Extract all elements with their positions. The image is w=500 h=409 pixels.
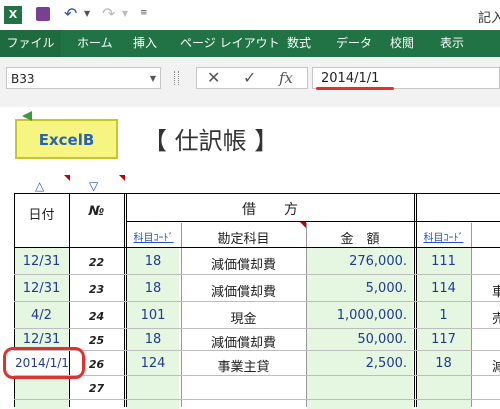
tab-file[interactable]: ファイル xyxy=(0,30,61,57)
formula-highlight-underline xyxy=(316,87,394,90)
active-cell-highlight xyxy=(3,347,85,379)
comment-indicator xyxy=(300,222,306,228)
cell-date[interactable]: 12/31 xyxy=(14,254,69,269)
tab-page-layout[interactable]: ページ レイアウト xyxy=(180,30,280,57)
excelb-logo: ExcelB xyxy=(15,119,118,159)
header-code-2[interactable]: 科目ｺｰﾄﾞ xyxy=(416,229,471,244)
cell-code[interactable]: 18 xyxy=(127,332,179,347)
truncated-cell-text: 減 xyxy=(492,360,500,375)
cell-date[interactable]: 4/2 xyxy=(14,308,69,323)
header-account: 勘定科目 xyxy=(217,232,270,247)
tab-view[interactable]: 表示 xyxy=(440,30,464,57)
name-box-dropdown-icon[interactable]: ▼ xyxy=(150,68,156,90)
formula-input[interactable]: 2014/1/1 xyxy=(312,67,500,89)
excel-app-icon[interactable]: X xyxy=(4,6,22,24)
cell-code[interactable]: 124 xyxy=(127,356,179,371)
cell-code[interactable]: 101 xyxy=(127,308,179,323)
insert-function-icon[interactable]: fx xyxy=(279,68,293,88)
ribbon-tab-bar: ファイル ホーム 挿入 ページ レイアウト 数式 データ 校閲 表示 xyxy=(0,30,500,57)
cell-account[interactable]: 現金 xyxy=(181,308,306,327)
header-no: № xyxy=(88,204,105,219)
formula-bar-splitter-icon[interactable] xyxy=(174,71,179,85)
cell-date[interactable]: 12/31 xyxy=(14,281,69,296)
cell-account[interactable]: 減価償却費 xyxy=(181,332,306,351)
tab-insert[interactable]: 挿入 xyxy=(133,30,157,57)
sheet-title: 【 仕訳帳 】 xyxy=(143,127,279,155)
truncated-cell-text: 売 xyxy=(492,312,500,327)
cell-date[interactable]: 12/31 xyxy=(14,332,69,347)
header-code[interactable]: 科目ｺｰﾄﾞ xyxy=(126,229,181,244)
tab-home[interactable]: ホーム xyxy=(77,30,113,57)
cell-code-2[interactable]: 18 xyxy=(416,356,471,371)
grid-line xyxy=(14,193,500,194)
cell-account[interactable]: 減価償却費 xyxy=(181,281,306,300)
header-amount: 金 額 xyxy=(340,232,380,247)
grid-line xyxy=(14,399,500,400)
tab-review[interactable]: 校閲 xyxy=(390,30,414,57)
cell-code-2[interactable]: 1 xyxy=(416,308,471,323)
truncated-cell-text: 車 xyxy=(492,285,500,300)
cell-code-2[interactable]: 111 xyxy=(416,254,471,269)
window-title: 記入 xyxy=(478,11,500,26)
cancel-icon[interactable]: ✕ xyxy=(207,68,220,88)
comment-indicator xyxy=(119,175,125,181)
name-box[interactable]: B33 ▼ xyxy=(6,67,161,89)
grid-line xyxy=(14,301,500,302)
undo-dropdown-icon[interactable]: ▼ xyxy=(84,9,90,18)
comment-indicator xyxy=(64,175,70,181)
header-date: 日付 xyxy=(28,208,55,223)
cell-amount[interactable]: 276,000. xyxy=(307,254,407,269)
header-debit: 借 方 xyxy=(242,202,298,218)
grid-line xyxy=(14,274,500,275)
grid-line xyxy=(471,223,472,407)
save-icon[interactable] xyxy=(36,7,50,21)
cell-account[interactable]: 事業主貸 xyxy=(181,356,306,375)
cell-amount[interactable]: 1,000,000. xyxy=(307,308,407,323)
logo-arrow-icon xyxy=(22,111,32,121)
cell-no[interactable]: 23 xyxy=(69,283,124,296)
cell-code[interactable]: 18 xyxy=(127,254,179,269)
cell-code-2[interactable]: 117 xyxy=(416,332,471,347)
cell-account[interactable]: 減価償却費 xyxy=(181,254,306,273)
cell-code-2[interactable]: 114 xyxy=(416,281,471,296)
grid-line xyxy=(14,247,500,248)
cell-no[interactable]: 25 xyxy=(69,334,124,347)
name-box-value: B33 xyxy=(11,72,35,86)
redo-dropdown-icon[interactable]: ▼ xyxy=(122,9,128,18)
formula-buttons: ✕ ✓ fx xyxy=(196,67,308,89)
worksheet[interactable]: ExcelB 【 仕訳帳 】 △ ▽ 日付 № 借 方 科目ｺｰﾄﾞ 勘定科目 … xyxy=(0,107,500,409)
tab-formulas[interactable]: 数式 xyxy=(287,30,311,57)
title-bar: X ↶ ▼ ↷ ▼ ≡ 記入 xyxy=(0,0,500,30)
cell-amount[interactable]: 50,000. xyxy=(307,332,407,347)
grid-line xyxy=(126,221,500,222)
sort-descending-icon[interactable]: ▽ xyxy=(89,179,98,193)
quick-access-customize-icon[interactable]: ≡ xyxy=(140,8,148,18)
cell-no[interactable]: 22 xyxy=(69,256,124,269)
formula-bar-area: B33 ▼ ✕ ✓ fx 2014/1/1 xyxy=(0,57,500,108)
cell-no[interactable]: 27 xyxy=(69,382,124,395)
cell-amount[interactable]: 5,000. xyxy=(307,281,407,296)
enter-check-icon[interactable]: ✓ xyxy=(243,68,256,88)
sort-ascending-icon[interactable]: △ xyxy=(35,179,44,193)
cell-code[interactable]: 18 xyxy=(127,281,179,296)
tab-data[interactable]: データ xyxy=(336,30,372,57)
grid-line xyxy=(14,328,500,329)
cell-amount[interactable]: 2,500. xyxy=(307,356,407,371)
undo-icon[interactable]: ↶ xyxy=(64,4,77,23)
grid-line xyxy=(14,375,500,376)
cell-no[interactable]: 24 xyxy=(69,310,124,323)
redo-icon[interactable]: ↷ xyxy=(102,4,115,23)
